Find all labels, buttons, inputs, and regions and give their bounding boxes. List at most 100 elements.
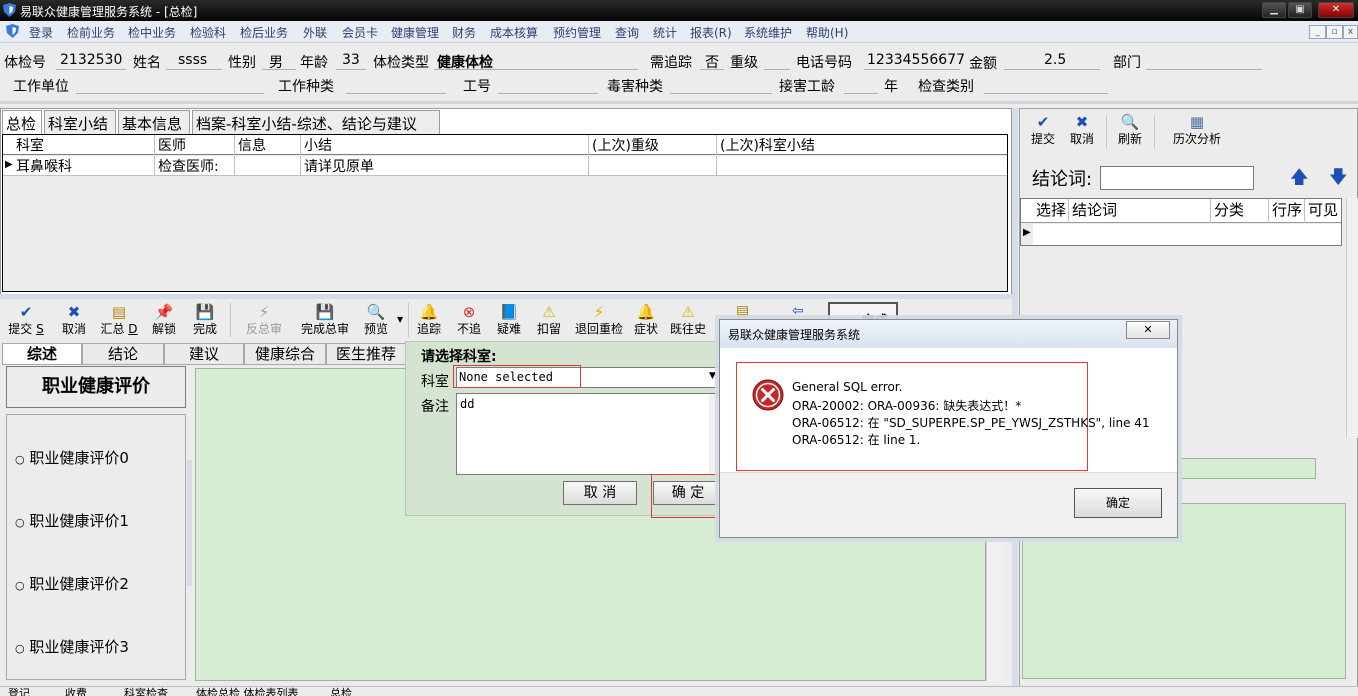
right-refresh-button[interactable]: 🔍 刷新 xyxy=(1114,113,1146,147)
tab-suggestion[interactable]: 建议 xyxy=(164,343,244,365)
tab-basic-info[interactable]: 基本信息 xyxy=(118,110,190,134)
col-last-dept-summary[interactable]: (上次)科室小结 xyxy=(717,135,1007,155)
history-button[interactable]: ⚠ 既往史 xyxy=(666,303,710,337)
complete-review-button[interactable]: 💾 完成总审 xyxy=(296,303,354,337)
no-track-button[interactable]: ⊗ 不追 xyxy=(452,303,486,337)
menu-member-card[interactable]: 会员卡 xyxy=(342,24,378,41)
phone-field[interactable]: 12334556677 xyxy=(864,52,965,70)
work-no-field[interactable] xyxy=(498,76,598,94)
col-row-order[interactable]: 行序 xyxy=(1269,199,1305,223)
status-item[interactable]: 登记 xyxy=(8,688,30,696)
right-submit-button[interactable]: ✔ 提交 xyxy=(1028,113,1058,147)
status-item[interactable]: 收费 xyxy=(65,688,87,696)
mdi-minimize-button[interactable]: _ xyxy=(1309,25,1326,39)
menu-help[interactable]: 帮助(H) xyxy=(806,24,848,41)
scrollbar[interactable] xyxy=(1346,198,1358,438)
col-category[interactable]: 分类 xyxy=(1211,199,1269,223)
status-item[interactable]: 科室检查 xyxy=(124,688,168,696)
name-field[interactable]: ssss xyxy=(166,52,222,70)
error-ok-button[interactable]: 确定 xyxy=(1074,488,1162,518)
menu-cost[interactable]: 成本核算 xyxy=(490,24,538,41)
menu-finance[interactable]: 财务 xyxy=(452,24,476,41)
table-row[interactable]: ▶ 耳鼻喉科 检查医师: 请详见原单 xyxy=(3,156,1007,176)
menu-in-exam[interactable]: 检中业务 xyxy=(128,24,176,41)
exit-icon[interactable]: ⇦ xyxy=(792,303,804,319)
arrow-up-icon[interactable]: 🡅 xyxy=(1290,165,1309,195)
cancel-button[interactable]: ✖ 取消 xyxy=(58,303,90,337)
menu-statistics[interactable]: 统计 xyxy=(653,24,677,41)
cell-dept[interactable]: 耳鼻喉科 xyxy=(13,156,155,176)
chevron-down-icon[interactable]: ▼ xyxy=(397,315,403,324)
difficult-button[interactable]: 📘 疑难 xyxy=(492,303,526,337)
complete-button[interactable]: 💾 完成 xyxy=(188,303,222,337)
arrow-down-icon[interactable]: 🡇 xyxy=(1329,165,1348,195)
col-last-severity[interactable]: (上次)重级 xyxy=(589,135,717,155)
exposure-field[interactable] xyxy=(844,76,878,94)
tab-conclusion[interactable]: 结论 xyxy=(82,343,164,365)
maximize-button[interactable]: ▣ xyxy=(1288,2,1312,18)
col-dept[interactable]: 科室 xyxy=(13,135,155,155)
menu-reports[interactable]: 报表(R) xyxy=(690,24,732,41)
eval-option-2[interactable]: ○ 职业健康评价2 xyxy=(15,573,129,594)
dept-cancel-button[interactable]: 取 消 xyxy=(563,481,637,505)
reverse-review-button[interactable]: ⚡ 反总审 xyxy=(242,303,286,337)
close-icon[interactable]: ✕ xyxy=(1126,321,1170,339)
status-item[interactable]: 总检 xyxy=(330,688,352,696)
gender-field[interactable]: 男 xyxy=(262,52,296,71)
conclusion-input[interactable] xyxy=(1100,166,1254,190)
menu-pre-exam[interactable]: 检前业务 xyxy=(67,24,115,41)
splitter-horizontal[interactable] xyxy=(0,101,1358,104)
status-item[interactable]: 体检总检 体检表列表 xyxy=(196,688,299,696)
submit-button[interactable]: ✔ 提交 S xyxy=(6,303,46,337)
eval-option-0[interactable]: ○ 职业健康评价0 xyxy=(15,447,129,468)
calculator-icon[interactable]: ▤ xyxy=(736,303,749,319)
menu-health-mgmt[interactable]: 健康管理 xyxy=(391,24,439,41)
menu-system[interactable]: 系统维护 xyxy=(744,24,792,41)
mdi-close-button[interactable]: x xyxy=(1343,25,1358,39)
col-conclusion-word[interactable]: 结论词 xyxy=(1069,199,1211,223)
chevron-down-icon[interactable]: ▼ xyxy=(709,371,716,381)
followup-field[interactable]: 否 xyxy=(700,52,724,71)
hazard-field[interactable] xyxy=(670,76,772,94)
splitter-vertical[interactable] xyxy=(187,460,192,586)
minimize-button[interactable]: ▁ xyxy=(1262,2,1286,18)
exam-no-field[interactable]: 2132530 xyxy=(56,52,126,70)
dept-field[interactable] xyxy=(1146,52,1262,70)
cell-last-severity[interactable] xyxy=(589,156,717,176)
tab-archive[interactable]: 档案-科室小结-综述、结论与建议 xyxy=(192,110,440,134)
eval-option-3[interactable]: ○ 职业健康评价3 xyxy=(15,636,129,657)
col-doctor[interactable]: 医师 xyxy=(155,135,235,155)
preview-button[interactable]: 🔍 预览 xyxy=(360,303,392,337)
tab-dept-summary[interactable]: 科室小结 xyxy=(44,110,116,134)
cell-last-dept-summary[interactable] xyxy=(717,156,1007,176)
cell-doctor[interactable]: 检查医师: xyxy=(155,156,235,176)
summarize-button[interactable]: ▤ 汇总 D xyxy=(97,303,141,337)
amount-field[interactable]: 2.5 xyxy=(1004,52,1100,70)
note-textarea[interactable]: dd xyxy=(456,393,722,475)
tab-doctor-recommend[interactable]: 医生推荐 xyxy=(326,343,406,365)
tab-overview[interactable]: 综述 xyxy=(2,343,82,365)
menu-appointment[interactable]: 预约管理 xyxy=(553,24,601,41)
menu-query[interactable]: 查询 xyxy=(615,24,639,41)
right-cancel-button[interactable]: ✖ 取消 xyxy=(1066,113,1098,147)
mdi-restore-button[interactable]: ▫ xyxy=(1326,25,1343,39)
exam-type-field[interactable]: 健康体检 xyxy=(434,52,638,71)
age-field[interactable]: 33 xyxy=(336,52,366,70)
conclusion-green-field[interactable] xyxy=(1176,458,1316,479)
col-info[interactable]: 信息 xyxy=(235,135,301,155)
exam-category-field[interactable] xyxy=(984,76,1108,94)
detain-button[interactable]: ⚠ 扣留 xyxy=(532,303,566,337)
return-recheck-button[interactable]: ⚡ 退回重检 xyxy=(571,303,627,337)
symptom-button[interactable]: 🔔 症状 xyxy=(630,303,662,337)
menu-external[interactable]: 外联 xyxy=(303,24,327,41)
table-row[interactable] xyxy=(1033,224,1341,245)
menu-lab[interactable]: 检验科 xyxy=(190,24,226,41)
col-summary[interactable]: 小结 xyxy=(301,135,589,155)
col-select[interactable]: 选择 xyxy=(1033,199,1069,223)
menu-post-exam[interactable]: 检后业务 xyxy=(240,24,288,41)
tab-health-synthesis[interactable]: 健康综合 xyxy=(244,343,326,365)
menu-login[interactable]: 登录 xyxy=(29,24,53,41)
right-history-button[interactable]: ▦ 历次分析 xyxy=(1162,113,1232,147)
eval-option-1[interactable]: ○ 职业健康评价1 xyxy=(15,510,129,531)
severity-field[interactable] xyxy=(764,52,790,70)
